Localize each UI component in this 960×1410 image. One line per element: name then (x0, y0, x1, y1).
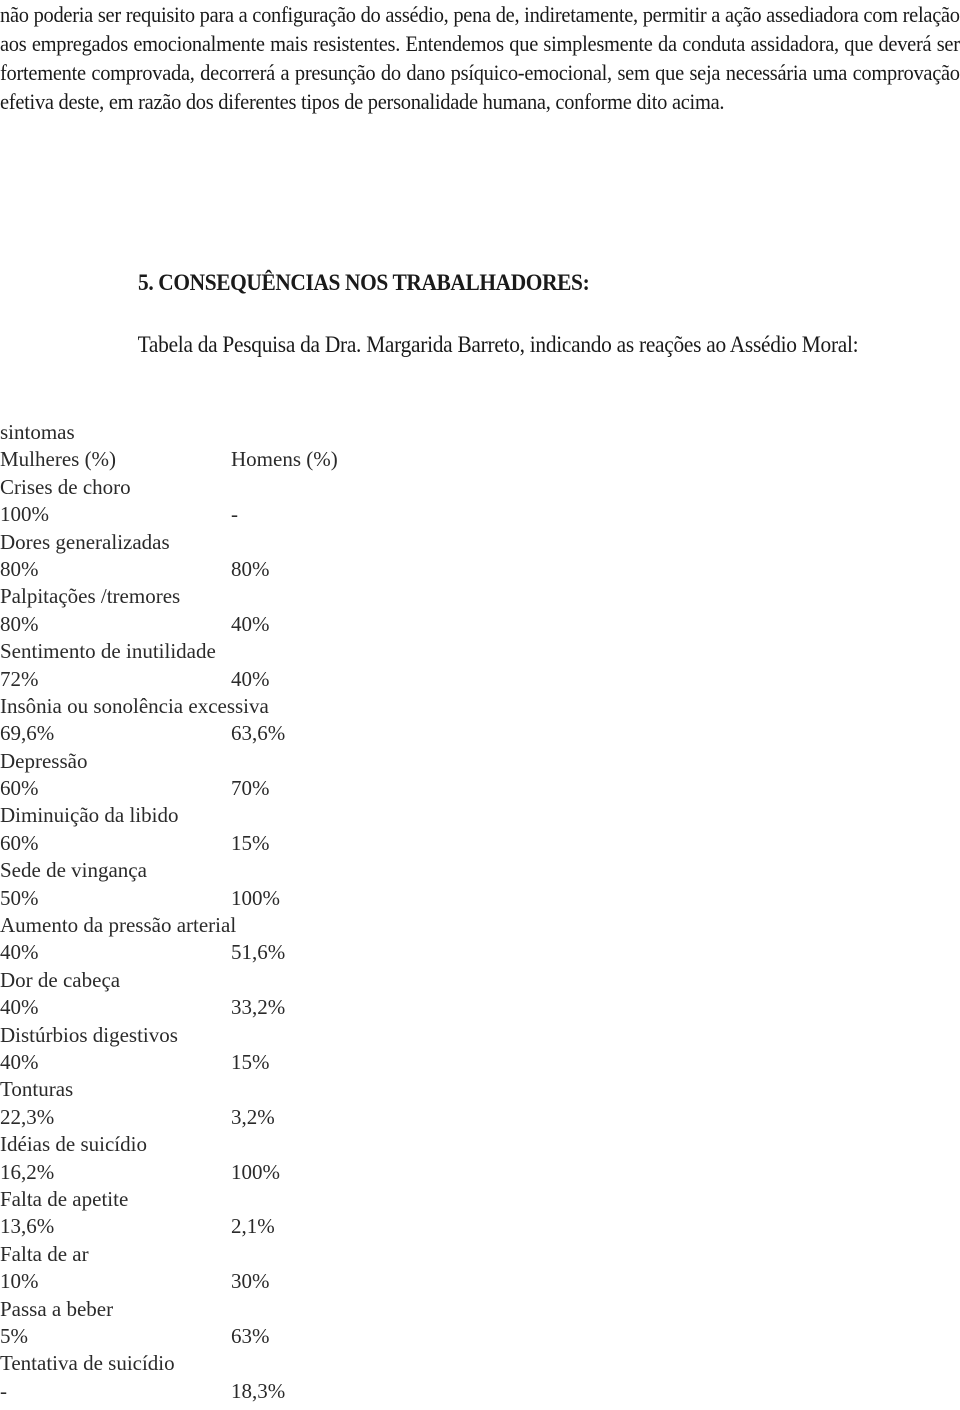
men-percent: 40% (231, 666, 270, 691)
symptom-label: Dores generalizadas (0, 529, 170, 554)
women-percent: 13,6% (0, 1214, 55, 1239)
women-percent: 60% (0, 776, 39, 801)
section-heading: 5. CONSEQUÊNCIAS NOS TRABALHADORES: (138, 270, 590, 295)
women-percent: 80% (0, 611, 39, 636)
symptom-label: Tonturas (0, 1077, 74, 1102)
symptom-label: Falta de apetite (0, 1186, 129, 1211)
men-percent: 100% (231, 885, 280, 910)
symptom-label: Sentimento de inutilidade (0, 639, 216, 664)
table-title: sintomas (0, 420, 75, 444)
intro-paragraph: não poderia ser requisito para a configu… (0, 2, 960, 114)
symptom-label: Aumento da pressão arterial (0, 913, 237, 938)
men-percent: 80% (231, 556, 270, 581)
symptom-label: Idéias de suicídio (0, 1132, 147, 1157)
men-percent: 33,2% (231, 995, 286, 1020)
symptom-label: Palpitações /tremores (0, 584, 181, 609)
men-percent: 3,2% (231, 1104, 275, 1129)
women-percent: 40% (0, 940, 39, 965)
women-percent: 100% (0, 502, 49, 527)
men-percent: 63% (231, 1323, 270, 1348)
men-percent: 15% (231, 1049, 270, 1074)
symptom-label: Passa a beber (0, 1296, 114, 1321)
lead-paragraph: Tabela da Pesquisa da Dra. Margarida Bar… (137, 332, 859, 357)
intro-paragraph-block: não poderia ser requisito para a configu… (0, 0, 960, 116)
men-percent: - (231, 502, 238, 527)
symptom-label: Dor de cabeça (0, 967, 121, 992)
header-men: Homens (%) (231, 447, 338, 472)
men-percent: 18,3% (231, 1378, 286, 1403)
symptom-label: Insônia ou sonolência excessiva (0, 693, 269, 718)
symptom-label: Crises de choro (0, 474, 131, 499)
men-percent: 2,1% (231, 1214, 275, 1239)
symptom-label: Tentativa de suicídio (0, 1351, 175, 1376)
men-percent: 100% (231, 1159, 280, 1184)
women-percent: 5% (0, 1323, 28, 1348)
men-percent: 51,6% (231, 940, 286, 965)
women-percent: 50% (0, 885, 39, 910)
men-percent: 15% (231, 830, 270, 855)
women-percent: 69,6% (0, 721, 55, 746)
women-percent: 72% (0, 666, 39, 691)
men-percent: 70% (231, 776, 270, 801)
women-percent: 40% (0, 1049, 39, 1074)
men-percent: 30% (231, 1269, 270, 1294)
women-percent: 80% (0, 556, 39, 581)
symptom-label: Distúrbios digestivos (0, 1022, 178, 1047)
women-percent: 22,3% (0, 1104, 55, 1129)
header-women: Mulheres (%) (0, 447, 117, 472)
women-percent: 40% (0, 995, 39, 1020)
women-percent: 16,2% (0, 1159, 55, 1184)
symptom-label: Sede de vingança (0, 858, 147, 883)
women-percent: 10% (0, 1269, 39, 1294)
symptom-label: Falta de ar (0, 1241, 89, 1266)
women-percent: 60% (0, 830, 39, 855)
women-percent: - (0, 1378, 7, 1403)
men-percent: 63,6% (231, 721, 286, 746)
symptom-label: Depressão (0, 748, 88, 773)
men-percent: 40% (231, 611, 270, 636)
symptom-label: Diminuição da libido (0, 803, 179, 828)
